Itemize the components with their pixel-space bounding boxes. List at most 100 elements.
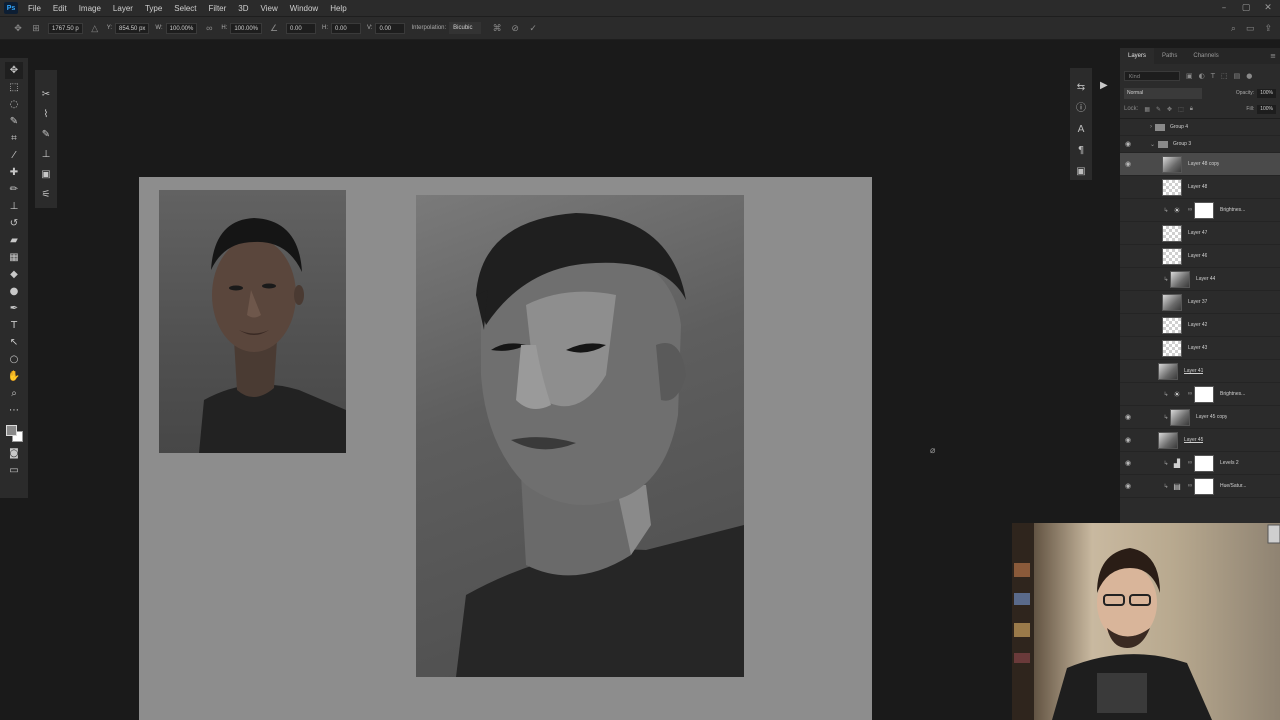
interpolation-select[interactable]: Bicubic <box>449 22 482 34</box>
link-icon[interactable]: ∞ <box>203 22 215 34</box>
zoom-tool-icon[interactable]: ⌕ <box>5 385 23 402</box>
info-icon[interactable]: ⓘ <box>1072 101 1090 118</box>
blur-tool-icon[interactable]: ◆ <box>5 266 23 283</box>
x-position-field[interactable]: 1767.50 p <box>48 22 83 34</box>
layer-name[interactable]: Group 4 <box>1170 124 1188 130</box>
lasso-tool-icon[interactable]: ◌ <box>5 96 23 113</box>
clone-source-icon[interactable]: ⊥ <box>37 146 55 163</box>
mask-link-icon[interactable]: ∞ <box>1186 207 1194 213</box>
menu-file[interactable]: File <box>28 4 41 13</box>
layer-row[interactable]: ◉ ↳ Layer 45 copy <box>1120 406 1280 429</box>
quick-select-tool-icon[interactable]: ✎ <box>5 113 23 130</box>
visibility-eye-icon[interactable]: ◉ <box>1120 390 1136 398</box>
filter-smart-icon[interactable]: ▤ <box>1234 72 1241 80</box>
adjustment-brightness-icon[interactable]: ☀ <box>1170 206 1184 215</box>
painting-artwork[interactable] <box>416 195 744 677</box>
adjustment-levels-icon[interactable]: ▟ <box>1170 459 1184 468</box>
more-tools-icon[interactable]: ⋯ <box>5 402 23 419</box>
blend-mode-select[interactable]: Normal <box>1124 87 1202 99</box>
menu-filter[interactable]: Filter <box>209 4 227 13</box>
layer-thumbnail[interactable] <box>1162 224 1182 242</box>
layer-name[interactable]: Layer 37 <box>1188 299 1207 305</box>
layer-row[interactable]: ◉ Layer 42 <box>1120 314 1280 337</box>
screen-mode-icon[interactable]: ▭ <box>5 462 23 479</box>
layer-name[interactable]: Layer 45 <box>1184 437 1203 443</box>
layer-mask-thumbnail[interactable] <box>1194 385 1214 403</box>
layer-name[interactable]: Layer 41 <box>1184 368 1203 374</box>
visibility-eye-icon[interactable]: ◉ <box>1120 367 1136 375</box>
layer-mask-thumbnail[interactable] <box>1194 454 1214 472</box>
layer-row[interactable]: ◉ Layer 47 <box>1120 222 1280 245</box>
shape-tool-icon[interactable]: ○ <box>5 351 23 368</box>
visibility-eye-icon[interactable]: ◉ <box>1120 482 1136 490</box>
workspace-icon[interactable]: ▭ <box>1246 23 1255 34</box>
layer-row[interactable]: ◉ ↳ Layer 44 <box>1120 268 1280 291</box>
layer-thumbnail[interactable] <box>1162 178 1182 196</box>
layer-thumbnail[interactable] <box>1162 339 1182 357</box>
adjustment-brightness-icon[interactable]: ☀ <box>1170 390 1184 399</box>
brushes-icon[interactable]: ⌇ <box>37 106 55 123</box>
lock-all-icon[interactable]: 🔒︎ <box>1190 106 1193 113</box>
warp-mode-icon[interactable]: ⌘ <box>491 22 503 34</box>
visibility-eye-icon[interactable]: ◉ <box>1120 436 1136 444</box>
visibility-eye-icon[interactable]: ◉ <box>1120 123 1136 131</box>
layer-row[interactable]: ◉ Layer 41 <box>1120 360 1280 383</box>
marquee-tool-icon[interactable]: ⬚ <box>5 79 23 96</box>
visibility-eye-icon[interactable]: ◉ <box>1120 252 1136 260</box>
opacity-field[interactable]: 100% <box>1257 88 1276 98</box>
layer-thumbnail[interactable] <box>1162 247 1182 265</box>
layer-group-row[interactable]: ◉ ⌄ Group 3 <box>1120 136 1280 153</box>
layer-name[interactable]: Group 3 <box>1173 141 1191 147</box>
type-tool-icon[interactable]: T <box>5 317 23 334</box>
layer-name[interactable]: Layer 48 copy <box>1188 161 1219 167</box>
share-icon[interactable]: ⇪ <box>1264 23 1272 34</box>
adjustment-hue-icon[interactable]: ▤ <box>1170 482 1184 491</box>
layer-name[interactable]: Levels 2 <box>1220 460 1239 466</box>
visibility-eye-icon[interactable]: ◉ <box>1120 206 1136 214</box>
crop-tool-icon[interactable]: ⌗ <box>5 130 23 147</box>
horizontal-skew-field[interactable]: 0.00 <box>331 22 362 34</box>
visibility-eye-icon[interactable]: ◉ <box>1120 140 1136 148</box>
layer-row[interactable]: ◉ Layer 45 <box>1120 429 1280 452</box>
photoshop-logo[interactable]: Ps <box>4 2 18 14</box>
quick-mask-icon[interactable]: ◙ <box>5 445 23 462</box>
gradient-tool-icon[interactable]: ▦ <box>5 249 23 266</box>
lock-artboard-icon[interactable]: ⬚ <box>1178 106 1184 113</box>
history-icon[interactable]: ⇆ <box>1072 80 1090 97</box>
layer-row[interactable]: ◉ ↳☀∞ Brightnes... <box>1120 199 1280 222</box>
layer-name[interactable]: Brightnes... <box>1220 391 1245 397</box>
layer-thumbnail[interactable] <box>1162 155 1182 173</box>
color-swatches[interactable] <box>4 423 24 445</box>
layer-row[interactable]: ◉ Layer 46 <box>1120 245 1280 268</box>
layer-thumbnail[interactable] <box>1162 316 1182 334</box>
menu-3d[interactable]: 3D <box>238 4 248 13</box>
menu-help[interactable]: Help <box>330 4 346 13</box>
layer-name[interactable]: Hue/Satur... <box>1220 483 1246 489</box>
vertical-skew-field[interactable]: 0.00 <box>375 22 406 34</box>
visibility-eye-icon[interactable]: ◉ <box>1120 413 1136 421</box>
fill-field[interactable]: 100% <box>1257 104 1276 114</box>
layer-row[interactable]: ◉ Layer 48 copy <box>1120 153 1280 176</box>
lock-transparency-icon[interactable]: ▦ <box>1144 106 1150 113</box>
filter-kind-input[interactable]: Kind <box>1124 71 1180 81</box>
commit-transform-icon[interactable]: ✓ <box>527 22 539 34</box>
visibility-eye-icon[interactable]: ◉ <box>1120 183 1136 191</box>
menu-image[interactable]: Image <box>79 4 101 13</box>
close-icon[interactable]: ✕ <box>1262 2 1274 14</box>
angle-field[interactable]: 0.00 <box>286 22 317 34</box>
play-action-icon[interactable]: ▶ <box>1100 80 1108 91</box>
visibility-eye-icon[interactable]: ◉ <box>1120 160 1136 168</box>
layer-name[interactable]: Layer 46 <box>1188 253 1207 259</box>
layer-thumbnail[interactable] <box>1158 362 1178 380</box>
path-select-tool-icon[interactable]: ↖ <box>5 334 23 351</box>
adjustments-icon[interactable]: ⚟ <box>37 186 55 203</box>
lock-position-icon[interactable]: ✥ <box>1167 106 1172 113</box>
tab-layers[interactable]: Layers <box>1120 48 1155 64</box>
visibility-eye-icon[interactable]: ◉ <box>1120 298 1136 306</box>
filter-pixel-icon[interactable]: ▣ <box>1186 72 1193 80</box>
layer-name[interactable]: Layer 44 <box>1196 276 1215 282</box>
layer-name[interactable]: Layer 43 <box>1188 345 1207 351</box>
healing-tool-icon[interactable]: ✚ <box>5 164 23 181</box>
minimize-icon[interactable]: – <box>1218 2 1230 14</box>
menu-view[interactable]: View <box>261 4 278 13</box>
